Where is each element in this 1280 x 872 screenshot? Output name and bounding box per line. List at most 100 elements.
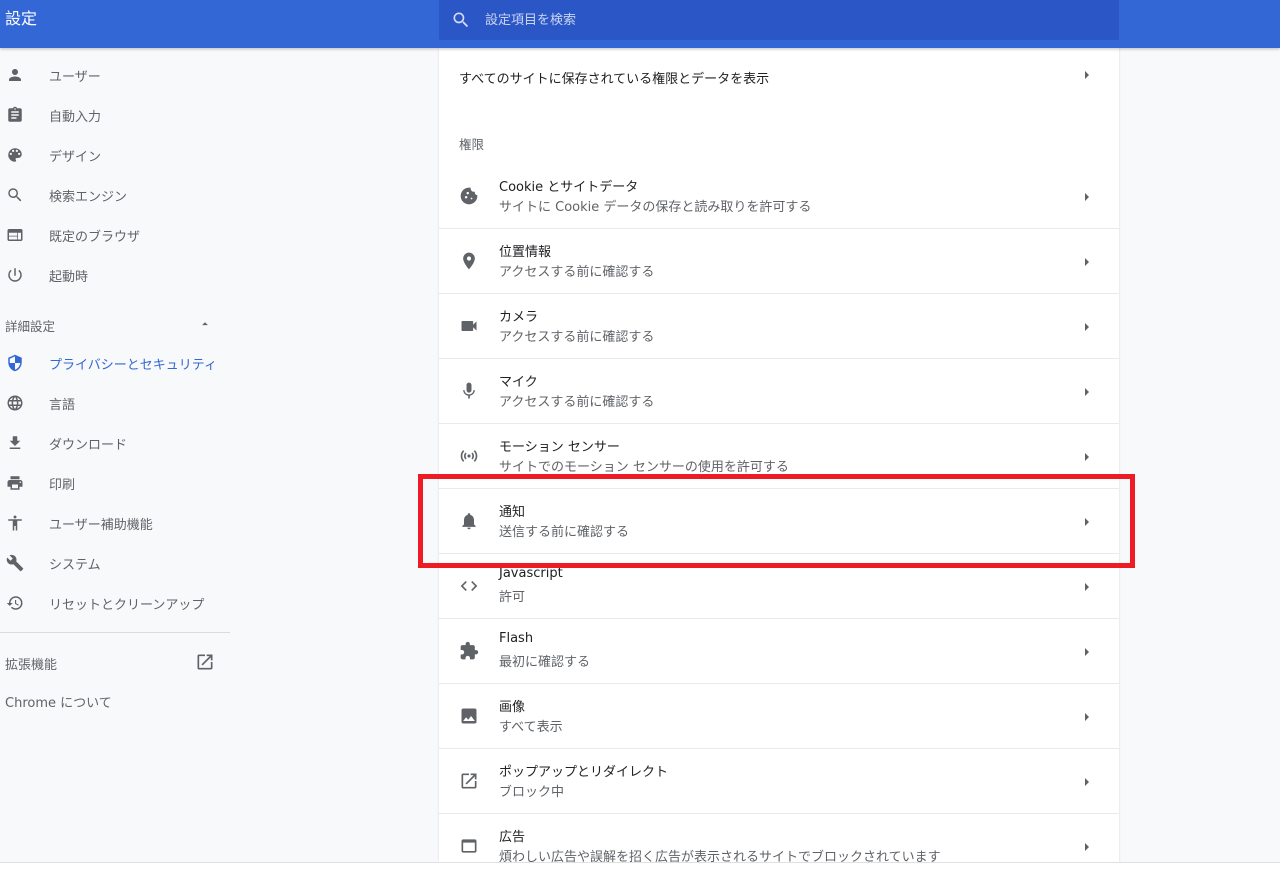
- advanced-section-header[interactable]: 詳細設定: [5, 316, 55, 335]
- sidebar-item-label: プライバシーとセキュリティ: [49, 357, 217, 373]
- arrow-right-icon: [1083, 192, 1091, 202]
- permission-subtitle: すべて表示: [499, 720, 563, 735]
- image-icon: [459, 706, 479, 726]
- sidebar-item-label: デザイン: [49, 149, 102, 165]
- chevron-up-icon[interactable]: [198, 317, 212, 331]
- permission-title: 通知: [499, 505, 526, 520]
- sensor-icon: [459, 446, 479, 466]
- sidebar-item-label: システム: [49, 557, 101, 573]
- arrow-right-icon: [1083, 257, 1091, 267]
- sidebar-item-default-browser[interactable]: 既定のブラウザ: [0, 215, 232, 255]
- restore-icon: [5, 593, 25, 613]
- permission-row-motion-sensors[interactable]: モーション センサー サイトでのモーション センサーの使用を許可する: [439, 423, 1119, 488]
- search-box[interactable]: [439, 0, 1119, 40]
- clipboard-icon: [5, 105, 25, 125]
- sidebar-item-downloads[interactable]: ダウンロード: [0, 423, 232, 463]
- location-pin-icon: [459, 251, 479, 271]
- permission-subtitle: 送信する前に確認する: [499, 525, 630, 540]
- sidebar-item-label: リセットとクリーンアップ: [49, 597, 205, 613]
- ad-window-icon: [459, 836, 479, 856]
- person-icon: [5, 65, 25, 85]
- permission-title: モーション センサー: [499, 440, 620, 455]
- cookie-icon: [459, 186, 479, 206]
- globe-icon: [5, 393, 25, 413]
- settings-card: すべてのサイトに保存されている権限とデータを表示 権限 Cookie とサイトデ…: [439, 48, 1119, 862]
- arrow-right-icon: [1083, 70, 1091, 80]
- arrow-right-icon: [1083, 387, 1091, 397]
- arrow-right-icon: [1083, 842, 1091, 852]
- sidebar-item-on-startup[interactable]: 起動時: [0, 255, 232, 295]
- all-sites-permissions-row[interactable]: すべてのサイトに保存されている権限とデータを表示: [439, 48, 1119, 102]
- permission-row-camera[interactable]: カメラ アクセスする前に確認する: [439, 293, 1119, 358]
- permission-subtitle: サイトでのモーション センサーの使用を許可する: [499, 460, 789, 475]
- permission-subtitle: 煩わしい広告や誤解を招く広告が表示されるサイトでブロックされています: [499, 850, 941, 862]
- sidebar-item-label: ユーザー: [49, 69, 101, 85]
- code-icon: [459, 576, 479, 596]
- arrow-right-icon: [1083, 712, 1091, 722]
- permission-row-ads[interactable]: 広告 煩わしい広告や誤解を招く広告が表示されるサイトでブロックされています: [439, 813, 1119, 862]
- printer-icon: [5, 473, 25, 493]
- sidebar-item-autofill[interactable]: 自動入力: [0, 95, 232, 135]
- permission-title: ポップアップとリダイレクト: [499, 765, 669, 780]
- sidebar-item-label: 自動入力: [49, 109, 102, 125]
- permission-title: 画像: [499, 700, 526, 715]
- sidebar-item-label: 起動時: [49, 269, 89, 285]
- permission-row-microphone[interactable]: マイク アクセスする前に確認する: [439, 358, 1119, 423]
- wrench-icon: [5, 553, 25, 573]
- arrow-right-icon: [1083, 322, 1091, 332]
- arrow-right-icon: [1083, 452, 1091, 462]
- search-icon: [451, 10, 471, 30]
- sidebar: ユーザー 自動入力 デザイン 検索エンジン 既定のブラウザ 起動時 詳細設定 プ…: [0, 48, 232, 862]
- sidebar-item-privacy-security[interactable]: プライバシーとセキュリティ: [0, 343, 232, 383]
- permission-row-cookies[interactable]: Cookie とサイトデータ サイトに Cookie データの保存と読み取りを許…: [439, 164, 1119, 229]
- sidebar-item-printing[interactable]: 印刷: [0, 463, 232, 503]
- search-input[interactable]: [485, 0, 1105, 40]
- sidebar-divider: [0, 632, 230, 633]
- permission-title: Javascript: [499, 566, 563, 581]
- sidebar-item-extensions[interactable]: 拡張機能: [0, 642, 232, 682]
- permission-row-javascript[interactable]: Javascript 許可: [439, 553, 1119, 618]
- sidebar-item-label: 印刷: [49, 477, 76, 493]
- permission-title: Flash: [499, 631, 534, 646]
- camera-icon: [459, 316, 479, 336]
- microphone-icon: [459, 381, 479, 401]
- search-icon: [5, 185, 25, 205]
- permission-title: Cookie とサイトデータ: [499, 180, 639, 195]
- permissions-section-header: 権限: [459, 137, 485, 152]
- permission-title: 位置情報: [499, 245, 552, 260]
- permission-row-flash[interactable]: Flash 最初に確認する: [439, 618, 1119, 683]
- sidebar-item-system[interactable]: システム: [0, 543, 232, 583]
- permission-title: 広告: [499, 830, 526, 845]
- arrow-right-icon: [1083, 582, 1091, 592]
- download-icon: [5, 433, 25, 453]
- permission-row-popups[interactable]: ポップアップとリダイレクト ブロック中: [439, 748, 1119, 813]
- sidebar-item-label: 検索エンジン: [49, 189, 128, 205]
- sidebar-item-appearance[interactable]: デザイン: [0, 135, 232, 175]
- sidebar-item-label: 拡張機能: [5, 658, 58, 673]
- all-sites-label: すべてのサイトに保存されている権限とデータを表示: [459, 72, 770, 87]
- sidebar-item-user[interactable]: ユーザー: [0, 55, 232, 95]
- accessibility-icon: [5, 513, 25, 533]
- sidebar-item-label: ダウンロード: [49, 437, 128, 453]
- arrow-right-icon: [1083, 517, 1091, 527]
- sidebar-item-languages[interactable]: 言語: [0, 383, 232, 423]
- sidebar-item-reset-cleanup[interactable]: リセットとクリーンアップ: [0, 583, 232, 623]
- arrow-right-icon: [1083, 777, 1091, 787]
- puzzle-icon: [459, 641, 479, 661]
- permission-row-location[interactable]: 位置情報 アクセスする前に確認する: [439, 228, 1119, 293]
- sidebar-item-about-chrome[interactable]: Chrome について: [5, 692, 112, 711]
- permission-row-notifications[interactable]: 通知 送信する前に確認する: [439, 488, 1119, 553]
- permission-subtitle: サイトに Cookie データの保存と読み取りを許可する: [499, 200, 812, 215]
- page-title: 設定: [5, 9, 38, 28]
- permission-subtitle: アクセスする前に確認する: [499, 395, 655, 410]
- permission-subtitle: アクセスする前に確認する: [499, 265, 655, 280]
- sidebar-item-label: 言語: [49, 397, 76, 413]
- power-icon: [5, 265, 25, 285]
- permission-subtitle: 最初に確認する: [499, 655, 591, 670]
- arrow-right-icon: [1083, 647, 1091, 657]
- permission-row-images[interactable]: 画像 すべて表示: [439, 683, 1119, 748]
- sidebar-item-accessibility[interactable]: ユーザー補助機能: [0, 503, 232, 543]
- permission-title: カメラ: [499, 310, 539, 325]
- sidebar-item-search-engine[interactable]: 検索エンジン: [0, 175, 232, 215]
- bell-icon: [459, 511, 479, 531]
